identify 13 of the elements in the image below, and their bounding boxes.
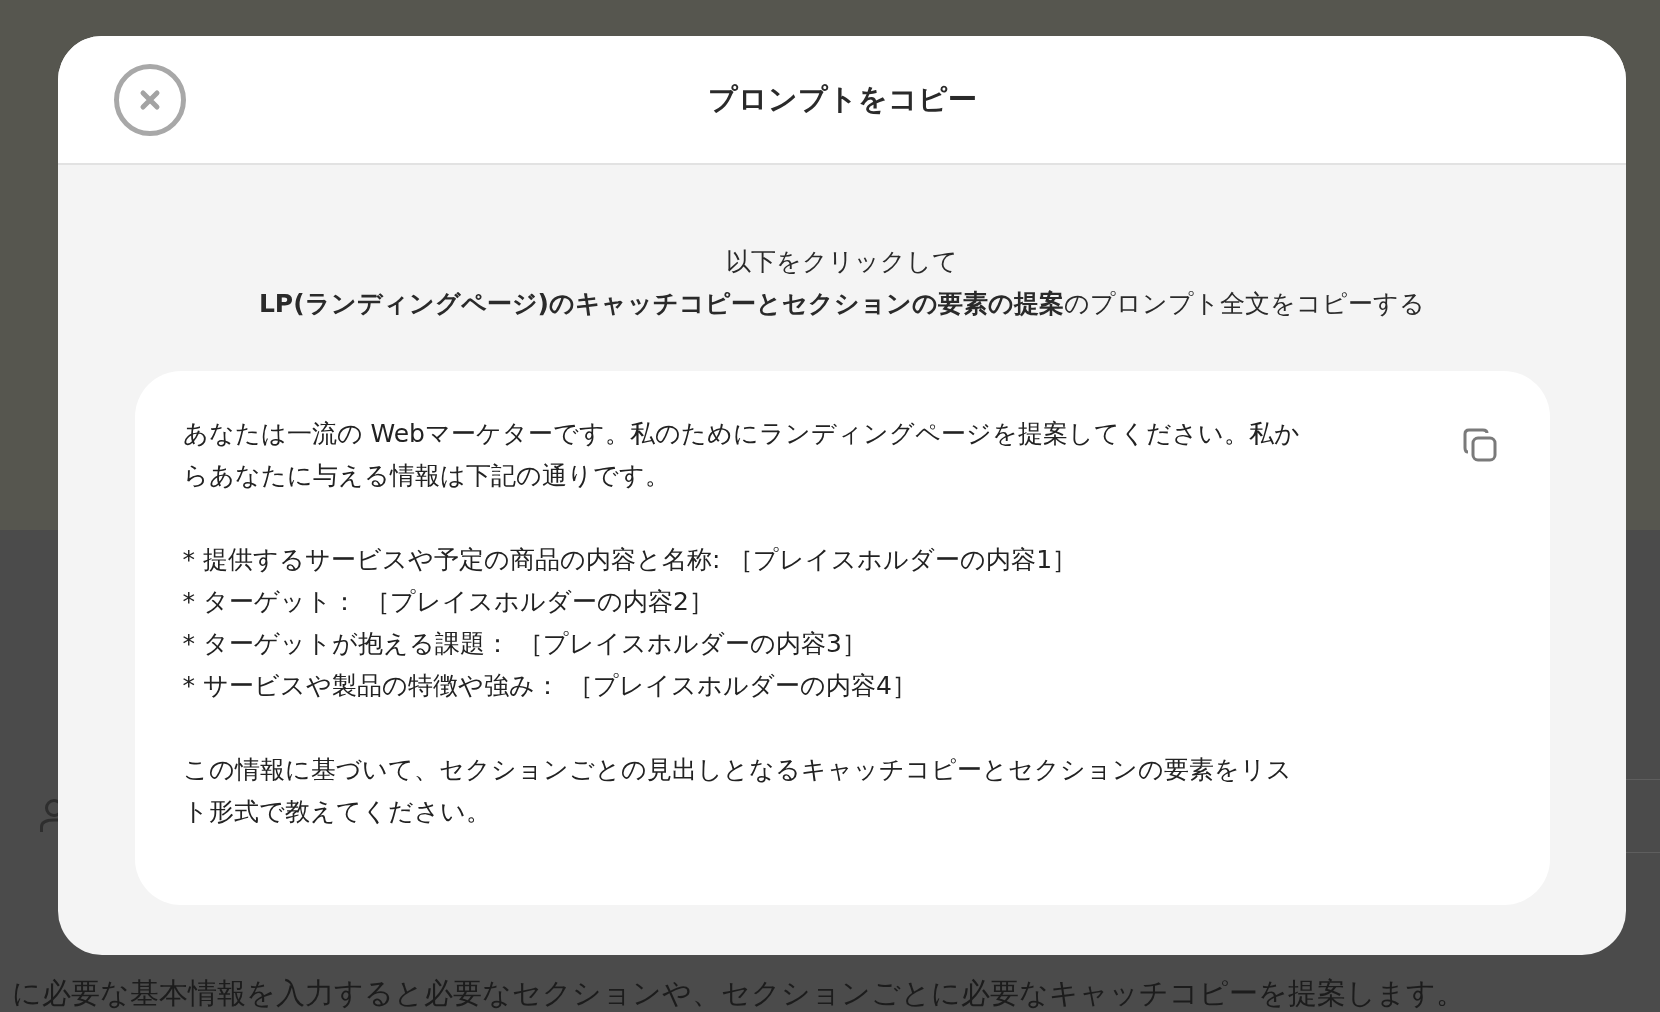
prompt-text: この情報に基づいて、セクションごとの見出しとなるキャッチコピーとセクションの要素をリスト形式で教えてください。 xyxy=(182,754,1293,828)
instruction-text: LP(ランディングページ)のキャッチコピーとセクションの要素の提案のプロンプト全文をコピーする xyxy=(258,288,1426,320)
prompt-list-item: * ターゲット： ［プレイスホルダーの内容2］ xyxy=(182,586,715,618)
prompt-list-item: * サービスや製品の特徴や強み： ［プレイスホルダーの内容4］ xyxy=(182,670,918,702)
instruction-text: 以下をクリックして xyxy=(726,246,958,278)
prompt-text: あなたは一流の Webマーケターです。私のためにランディングページを提案してください。私からあなたに与える情報は下記の通りです。 xyxy=(182,418,1301,492)
user-icon xyxy=(40,799,58,833)
prompt-list-item: * 提供するサービスや予定の商品の内容と名称: ［プレイスホルダーの内容1］ xyxy=(182,544,1079,576)
prompt-list-item: * ターゲットが抱える課題： ［プレイスホルダーの内容3］ xyxy=(182,628,868,660)
prompt-card[interactable] xyxy=(134,371,1550,905)
close-icon xyxy=(139,89,161,111)
copy-icon[interactable] xyxy=(1461,427,1498,463)
dialog-title: プロンプトをコピー xyxy=(707,80,977,118)
